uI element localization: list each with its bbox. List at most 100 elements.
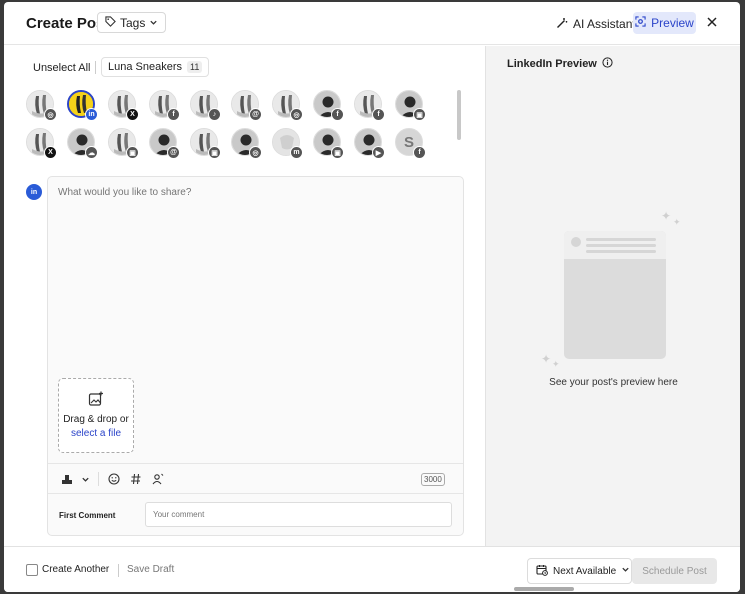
account-avatar[interactable]: ▣ [313,128,344,159]
resize-handle[interactable] [514,587,574,591]
bluesky-icon: ☁ [85,146,98,159]
preview-button[interactable]: Preview [633,12,696,34]
ai-assistant-button[interactable]: AI Assistant [552,13,640,35]
first-comment-row: First Comment [48,493,463,535]
magic-wand-icon [556,17,568,32]
instagram-icon: ◎ [290,108,303,121]
tags-label: Tags [120,15,146,30]
x-icon: X [44,146,57,159]
post-editor: Drag & drop or select a file [47,176,464,536]
chevron-down-icon [149,16,158,30]
account-avatar[interactable]: Sf [395,128,426,159]
modal-footer: Create Another Save Draft Next Available… [4,546,740,592]
facebook-icon: f [167,108,180,121]
illustration-line [586,244,656,247]
account-avatar[interactable]: X [108,90,139,121]
account-avatar[interactable]: f [354,90,385,121]
account-avatar[interactable]: @ [231,90,262,121]
linkedin-icon: in [85,108,98,121]
linkedin-channel-icon: in [26,184,42,200]
account-avatar[interactable]: ☁ [67,128,98,159]
preview-panel: LinkedIn Preview ✦ ✦ ✦ ✦ See your post's… [485,46,740,546]
next-available-dropdown[interactable]: Next Available [527,558,632,584]
calendar-clock-icon [536,564,548,579]
preview-icon [635,16,646,30]
emoji-icon[interactable] [106,471,122,487]
account-avatar[interactable]: ▣ [395,90,426,121]
create-post-modal: Create Post Tags AI Assistant Preview Un… [4,2,740,592]
media-dropzone[interactable]: Drag & drop or select a file [58,378,134,453]
stamp-icon[interactable] [59,471,75,487]
modal-header: Create Post Tags AI Assistant Preview [4,2,740,45]
tiktok-icon: ♪ [208,108,221,121]
account-avatar[interactable]: ▶ [354,128,385,159]
info-icon[interactable] [602,57,613,71]
character-count: 3000 [421,473,445,486]
youtube-icon: ▶ [372,146,385,159]
account-avatar[interactable]: in [67,90,98,121]
hashtag-icon[interactable] [128,471,144,487]
first-comment-input[interactable] [145,502,452,527]
account-avatar[interactable]: f [313,90,344,121]
schedule-post-button[interactable]: Schedule Post [632,558,717,584]
create-another-label[interactable]: Create Another [42,564,109,575]
toolbar-divider [98,472,99,486]
add-image-icon [88,391,104,412]
tag-icon [105,15,116,30]
preview-title-text: LinkedIn Preview [507,58,597,70]
illustration-line [586,250,656,253]
empty-preview-illustration [564,231,666,359]
tags-button[interactable]: Tags [97,12,167,33]
empty-preview-text: See your post's preview here [549,377,678,388]
account-avatar[interactable]: @ [149,128,180,159]
chevron-down-icon [621,565,630,577]
avatar-letter: S [403,133,414,151]
editor-toolbar: 3000 [48,463,463,493]
facebook-icon: f [331,108,344,121]
select-file-link[interactable]: select a file [59,428,133,439]
post-text-input[interactable] [58,187,453,198]
ai-assistant-label: AI Assistant [573,17,636,31]
compose-panel: Unselect All Luna Sneakers 11 ◎ in Xf ♪ @ ◎ f f… [4,46,485,546]
create-another-checkbox[interactable] [26,564,38,576]
google-business-icon: ▣ [126,146,139,159]
account-avatar[interactable]: X [26,128,57,159]
facebook-icon: f [372,108,385,121]
unselect-all-button[interactable]: Unselect All [33,62,90,74]
account-avatar[interactable]: ◎ [26,90,57,121]
instagram-icon: ◎ [44,108,57,121]
account-group-button[interactable]: Luna Sneakers 11 [101,57,210,77]
preview-panel-title: LinkedIn Preview [507,57,613,71]
next-available-label: Next Available [553,565,617,577]
facebook-icon: f [413,146,426,159]
first-comment-label: First Comment [59,511,116,520]
account-avatar[interactable]: ▣ [190,128,221,159]
account-avatar[interactable]: m [272,128,303,159]
close-icon [707,14,717,32]
account-group-count: 11 [187,61,203,73]
account-avatar[interactable]: ◎ [272,90,303,121]
x-icon: X [126,108,139,121]
google-business-icon: ▣ [331,146,344,159]
chevron-down-icon[interactable] [77,471,93,487]
save-draft-button[interactable]: Save Draft [127,564,174,575]
threads-icon: @ [167,146,180,159]
account-avatar[interactable]: ♪ [190,90,221,121]
illustration-avatar [571,237,581,247]
google-business-icon: ▣ [208,146,221,159]
account-scrollbar[interactable] [457,90,461,140]
account-group-label: Luna Sneakers [108,61,182,73]
google-business-icon: ▣ [413,108,426,121]
sparkle-icon: ✦ [541,352,552,366]
sparkle-icon: ✦ [673,217,681,227]
mastodon-icon: m [290,146,303,159]
account-avatar[interactable]: f [149,90,180,121]
mention-user-icon[interactable] [150,471,166,487]
account-avatar[interactable]: ▣ [108,128,139,159]
threads-icon: @ [249,108,262,121]
account-avatar[interactable]: ◎ [231,128,262,159]
close-button[interactable] [704,15,720,31]
dropzone-text: Drag & drop or [63,414,129,425]
divider [95,61,96,74]
sparkle-icon: ✦ [661,209,672,223]
